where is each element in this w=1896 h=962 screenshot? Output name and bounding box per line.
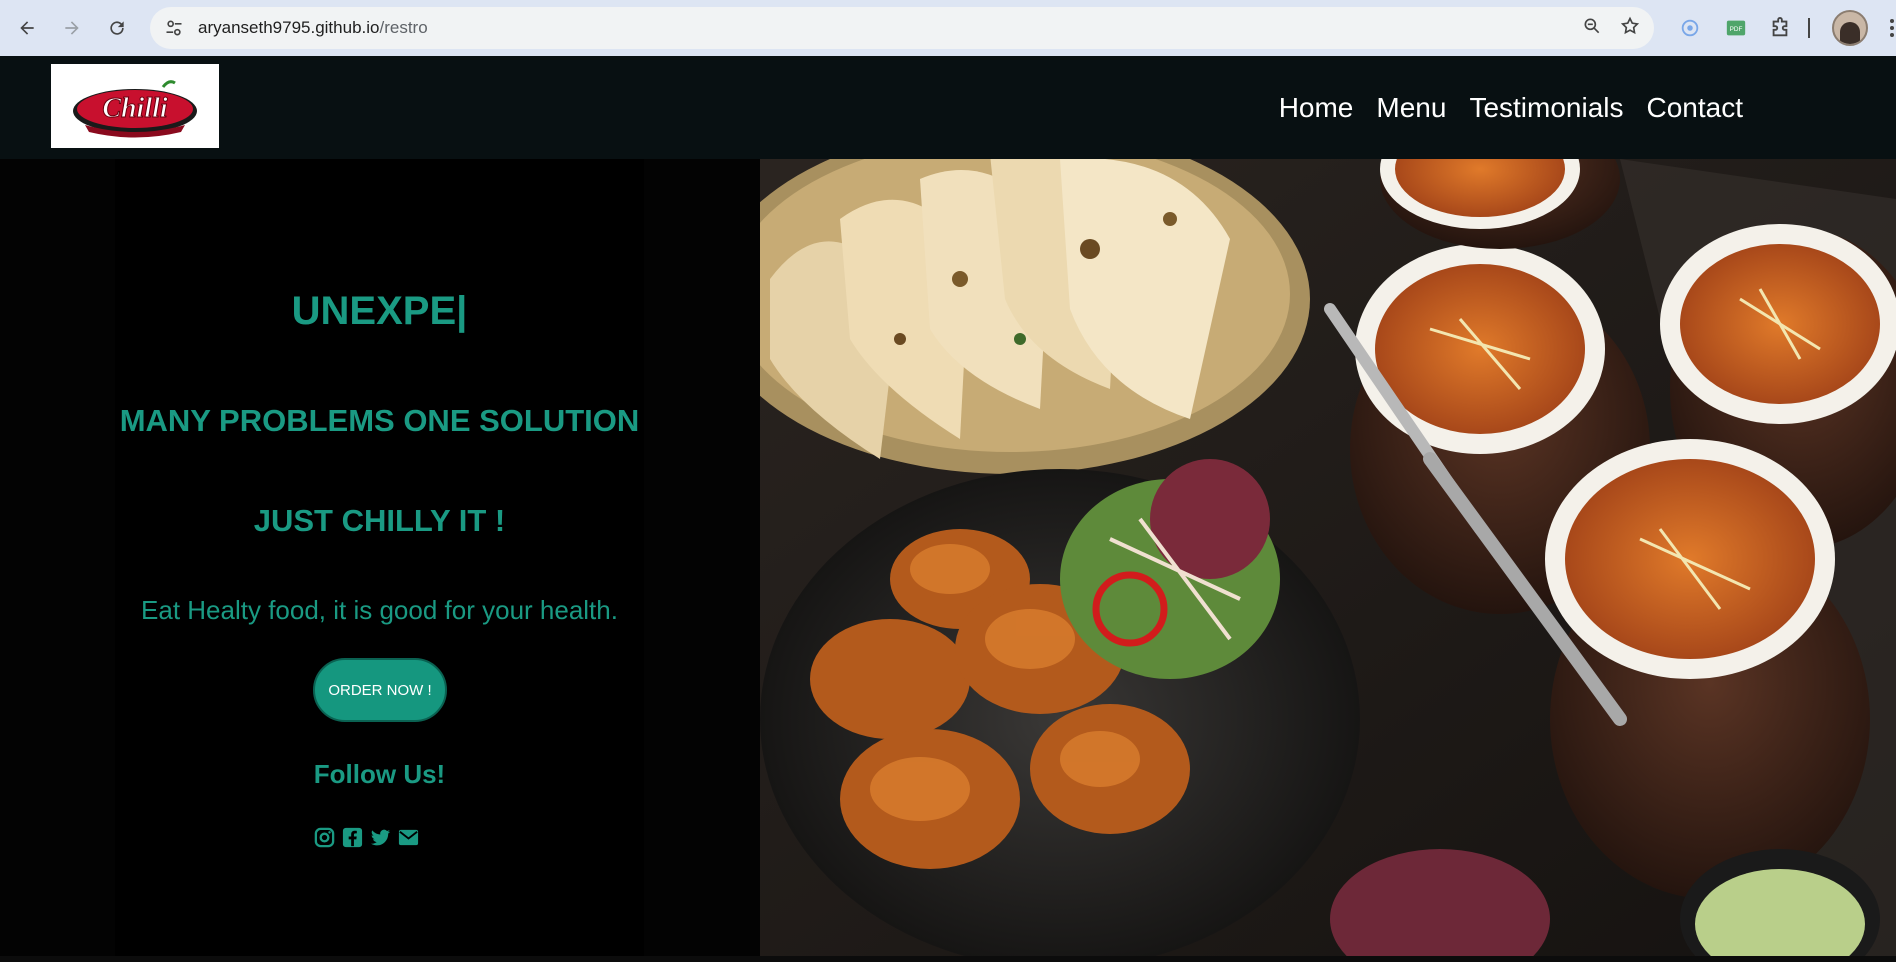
facebook-icon[interactable]: [341, 826, 364, 849]
svg-text:PDF: PDF: [1730, 26, 1743, 33]
hero-section: UNEXPE| MANY PROBLEMS ONE SOLUTION JUST …: [0, 159, 1896, 956]
hero-subheading: MANY PROBLEMS ONE SOLUTION: [119, 403, 640, 438]
nav-testimonials[interactable]: Testimonials: [1469, 92, 1623, 124]
page-bottom-edge: [0, 956, 1896, 962]
profile-avatar[interactable]: [1830, 8, 1870, 48]
hero-tagline: Eat Healty food, it is good for your hea…: [141, 595, 618, 625]
zoom-icon[interactable]: [1582, 16, 1602, 41]
site-header: Chilli Home Menu Testimonials Contact: [0, 56, 1896, 159]
nav-menu[interactable]: Menu: [1376, 92, 1446, 124]
instagram-icon[interactable]: [313, 826, 336, 849]
menu-kebab-icon[interactable]: [1888, 8, 1896, 48]
back-icon[interactable]: [7, 8, 47, 48]
pdf-extension-icon[interactable]: PDF: [1718, 8, 1754, 48]
twitter-icon[interactable]: [369, 826, 392, 849]
food-photo: [760, 159, 1896, 956]
svg-text:Chilli: Chilli: [102, 93, 168, 124]
order-now-button[interactable]: ORDER NOW !: [313, 658, 447, 722]
site-settings-icon[interactable]: [154, 8, 194, 48]
extensions-puzzle-icon[interactable]: [1762, 8, 1798, 48]
toolbar-divider: [1806, 8, 1812, 48]
extension-recorder-icon[interactable]: [1672, 8, 1708, 48]
url-host: aryanseth9795.github.io: [198, 18, 380, 37]
forward-icon[interactable]: [52, 8, 92, 48]
nav-contact[interactable]: Contact: [1647, 92, 1744, 124]
nav-home[interactable]: Home: [1279, 92, 1354, 124]
follow-us-heading: Follow Us!: [313, 759, 446, 789]
bookmark-star-icon[interactable]: [1620, 16, 1640, 41]
mail-icon[interactable]: [397, 826, 420, 849]
main-nav: Home Menu Testimonials Contact: [1279, 56, 1743, 159]
browser-toolbar: aryanseth9795.github.io/restro PDF: [0, 0, 1896, 56]
typed-headline: UNEXPE|: [291, 289, 468, 333]
social-links: [313, 826, 420, 849]
chilli-logo[interactable]: Chilli: [51, 64, 219, 148]
url-text: aryanseth9795.github.io/restro: [198, 18, 428, 38]
hero-slogan: JUST CHILLY IT !: [253, 503, 506, 538]
reload-icon[interactable]: [97, 8, 137, 48]
address-bar[interactable]: aryanseth9795.github.io/restro: [150, 7, 1654, 49]
url-path: /restro: [379, 18, 428, 37]
